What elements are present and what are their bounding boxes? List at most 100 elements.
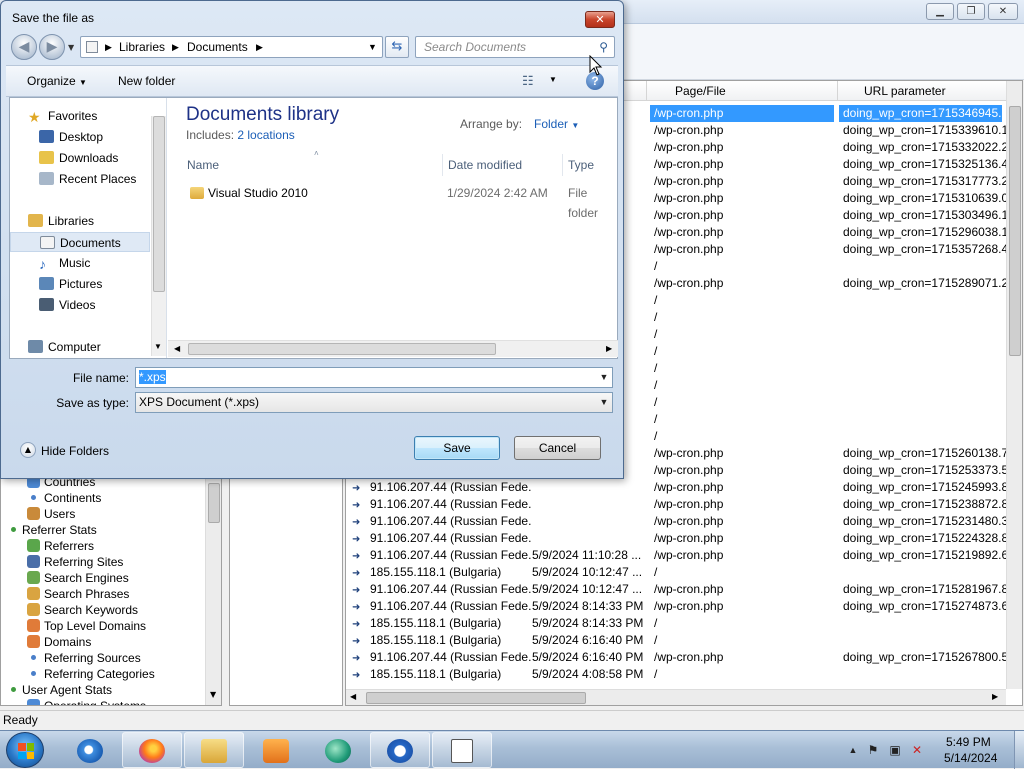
- tree-item[interactable]: Referrer Stats: [11, 522, 97, 538]
- view-chevron-down-icon[interactable]: ▼: [549, 75, 557, 84]
- taskbar-app-green[interactable]: [308, 732, 368, 768]
- table-row[interactable]: ➜ 91.106.207.44 (Russian Fede... /wp-cron…: [346, 513, 1006, 530]
- volume-muted-icon[interactable]: ✕: [910, 743, 924, 757]
- tree-item[interactable]: Top Level Domains: [27, 618, 146, 634]
- nav-vertical-scrollbar[interactable]: ▼: [151, 116, 166, 356]
- table-row[interactable]: ➜ 91.106.207.44 (Russian Fede... 5/9/2024…: [346, 649, 1006, 666]
- start-button[interactable]: [6, 732, 44, 768]
- clock-time[interactable]: 5:49 PM: [946, 735, 991, 749]
- table-row[interactable]: ➜ 91.106.207.44 (Russian Fede... 5/9/2024…: [346, 581, 1006, 598]
- scroll-left-arrow-icon[interactable]: ◀: [350, 692, 356, 701]
- nav-libraries[interactable]: Libraries: [28, 211, 168, 231]
- save-as-type-select[interactable]: XPS Document (*.xps) ▼: [135, 392, 613, 413]
- breadcrumb-libraries[interactable]: Libraries: [119, 37, 165, 57]
- organize-button[interactable]: Organize ▼: [27, 74, 87, 88]
- new-folder-button[interactable]: New folder: [118, 74, 175, 88]
- column-date-modified[interactable]: Date modified: [448, 158, 522, 172]
- nav-favorites[interactable]: ★ Favorites: [28, 106, 168, 126]
- table-row[interactable]: ➜ 91.106.207.44 (Russian Fede... 5/9/2024…: [346, 547, 1006, 564]
- column-name[interactable]: Name: [187, 158, 219, 172]
- scroll-right-arrow-icon[interactable]: ▶: [606, 344, 612, 353]
- scroll-left-arrow-icon[interactable]: ◀: [174, 344, 180, 353]
- show-desktop-button[interactable]: [1014, 731, 1024, 769]
- table-row[interactable]: ➜ 185.155.118.1 (Bulgaria) 5/9/2024 4:08:…: [346, 666, 1006, 683]
- scroll-right-arrow-icon[interactable]: ▶: [992, 692, 998, 701]
- tree-item[interactable]: Referring Categories: [27, 666, 155, 682]
- minimize-button[interactable]: ▁: [926, 3, 954, 20]
- table-row[interactable]: ➜ 185.155.118.1 (Bulgaria) 5/9/2024 10:12…: [346, 564, 1006, 581]
- cancel-button[interactable]: Cancel: [514, 436, 601, 460]
- tree-item[interactable]: Search Engines: [27, 570, 129, 586]
- tree-item[interactable]: User Agent Stats: [11, 682, 112, 698]
- refresh-icon[interactable]: ⇆: [385, 36, 409, 58]
- grid-hscroll-thumb[interactable]: [366, 692, 586, 704]
- breadcrumb-chevron-icon[interactable]: ▶: [105, 37, 112, 57]
- app-close-button[interactable]: ✕: [988, 3, 1018, 20]
- grid-scroll-thumb[interactable]: [1009, 106, 1021, 356]
- table-row[interactable]: ➜ 91.106.207.44 (Russian Fede... /wp-cron…: [346, 530, 1006, 547]
- arrange-by-dropdown[interactable]: Folder ▼: [534, 117, 579, 131]
- grid-vertical-scrollbar[interactable]: [1006, 81, 1022, 689]
- tree-item[interactable]: Search Phrases: [27, 586, 129, 602]
- taskbar-document-app[interactable]: [432, 732, 492, 768]
- save-type-dropdown-icon[interactable]: ▼: [598, 393, 610, 412]
- breadcrumb-chevron-icon[interactable]: ▶: [172, 37, 179, 57]
- tree-vertical-scrollbar[interactable]: ▼: [205, 479, 221, 705]
- file-name-dropdown-icon[interactable]: ▼: [598, 368, 610, 387]
- column-type[interactable]: Type: [568, 158, 594, 172]
- table-row[interactable]: ➜ 91.106.207.44 (Russian Fede... 5/9/2024…: [346, 598, 1006, 615]
- scroll-down-arrow-icon[interactable]: ▼: [154, 342, 162, 351]
- save-button[interactable]: Save: [414, 436, 500, 460]
- tree-item[interactable]: Operating Systems: [27, 698, 146, 705]
- tree-item[interactable]: Users: [27, 506, 75, 522]
- search-icon[interactable]: ⚲: [599, 37, 608, 57]
- breadcrumb-documents[interactable]: Documents: [187, 37, 248, 57]
- breadcrumb-chevron-icon[interactable]: ▶: [256, 37, 263, 57]
- tree-item[interactable]: Referring Sources: [27, 650, 141, 666]
- taskbar-firefox[interactable]: [122, 732, 182, 768]
- address-bar[interactable]: ▶ Libraries ▶ Documents ▶ ▼: [80, 36, 383, 58]
- clock-date[interactable]: 5/14/2024: [944, 751, 997, 765]
- file-row-visual-studio-2010[interactable]: Visual Studio 2010 1/29/2024 2:42 AM Fil…: [186, 183, 618, 220]
- tree-item[interactable]: Domains: [27, 634, 91, 650]
- view-options-icon[interactable]: ☷: [522, 73, 534, 89]
- taskbar-internet-explorer[interactable]: [60, 732, 120, 768]
- nav-scroll-thumb[interactable]: [153, 116, 165, 292]
- tree-item[interactable]: Referring Sites: [27, 554, 123, 570]
- network-icon[interactable]: ▣: [888, 743, 902, 757]
- table-row[interactable]: ➜ 91.106.207.44 (Russian Fede... /wp-cron…: [346, 479, 1006, 496]
- table-row[interactable]: ➜ 185.155.118.1 (Bulgaria) 5/9/2024 6:16:…: [346, 632, 1006, 649]
- library-locations-link[interactable]: 2 locations: [237, 128, 294, 142]
- recent-pages-chevron-icon[interactable]: ▼: [68, 43, 74, 52]
- tree-item[interactable]: Search Keywords: [27, 602, 138, 618]
- tree-item[interactable]: Continents: [27, 490, 101, 506]
- nav-computer[interactable]: Computer: [28, 337, 168, 357]
- tree-scroll-thumb[interactable]: [208, 483, 220, 523]
- back-button[interactable]: ◀: [11, 34, 37, 60]
- nav-documents[interactable]: Documents: [10, 232, 150, 252]
- maximize-button[interactable]: ❐: [957, 3, 985, 20]
- tree-item[interactable]: Referrers: [27, 538, 94, 554]
- column-header-url-parameter[interactable]: URL parameter: [864, 84, 946, 98]
- table-row[interactable]: ➜ 91.106.207.44 (Russian Fede... /wp-cron…: [346, 496, 1006, 513]
- taskbar-media-player[interactable]: [246, 732, 306, 768]
- dialog-close-button[interactable]: ✕: [585, 11, 615, 28]
- taskbar-stats-app[interactable]: [370, 732, 430, 768]
- hide-folders-chevron-icon[interactable]: ▲: [20, 442, 36, 458]
- show-hidden-icons-icon[interactable]: ▲: [846, 743, 860, 757]
- taskbar-file-explorer[interactable]: [184, 732, 244, 768]
- tree-item[interactable]: Countries: [27, 479, 95, 490]
- table-row[interactable]: ➜ 185.155.118.1 (Bulgaria) 5/9/2024 8:14:…: [346, 615, 1006, 632]
- search-input[interactable]: Search Documents ⚲: [415, 36, 615, 58]
- nav-computer-label: Computer: [48, 340, 101, 354]
- grid-horizontal-scrollbar[interactable]: ◀ ▶: [346, 689, 1006, 705]
- column-header-page-file[interactable]: Page/File: [675, 84, 726, 98]
- forward-button[interactable]: ▶: [39, 34, 65, 60]
- action-center-flag-icon[interactable]: ⚑: [866, 743, 880, 757]
- file-name-input[interactable]: *.xps ▼: [135, 367, 613, 388]
- file-list-hscroll-thumb[interactable]: [188, 343, 496, 355]
- file-list-horizontal-scrollbar[interactable]: ◀ ▶: [168, 340, 618, 357]
- address-dropdown-icon[interactable]: ▼: [368, 37, 377, 57]
- hide-folders-button[interactable]: Hide Folders: [41, 444, 109, 458]
- scroll-down-arrow-icon[interactable]: ▼: [210, 690, 216, 699]
